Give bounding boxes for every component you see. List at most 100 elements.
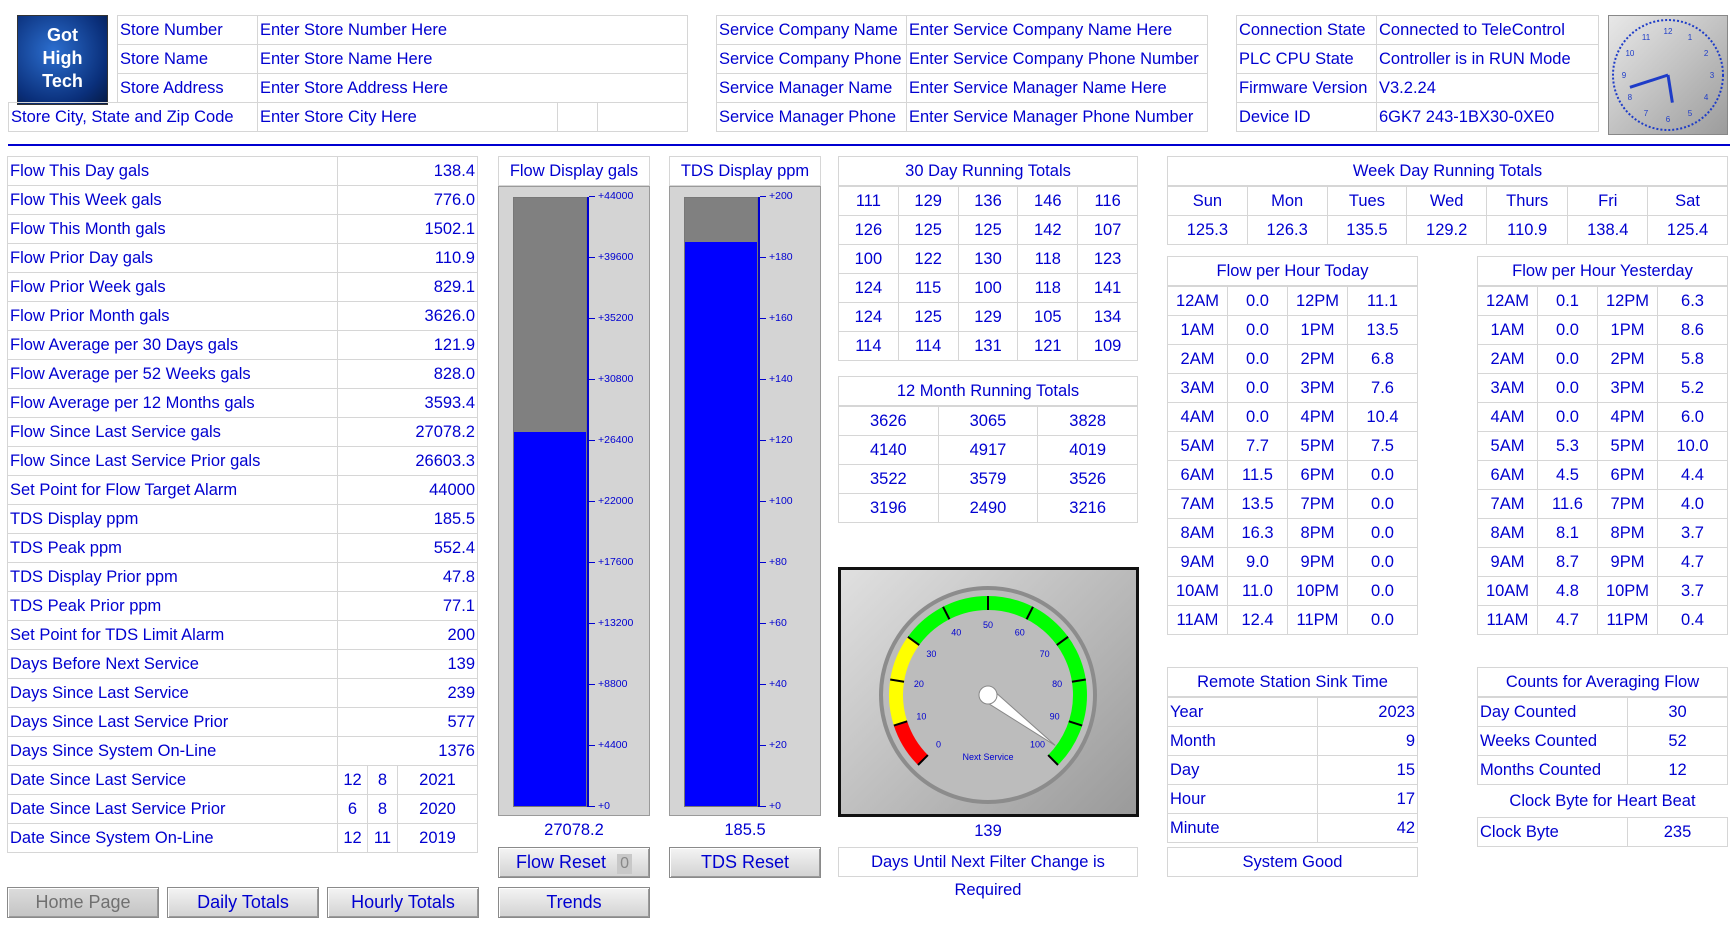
running-30-cell: 141 [1077, 273, 1138, 303]
store-name-value[interactable]: Enter Store Name Here [257, 44, 688, 74]
hour-today-am-value: 12.4 [1227, 605, 1288, 635]
gauge-tick-label: 100 [1030, 739, 1045, 749]
hour-yesterday-am-value: 8.1 [1537, 518, 1598, 548]
hour-today-am-hour: 1AM [1167, 315, 1228, 345]
stat-label: Days Since Last Service Prior [7, 707, 338, 737]
hour-yesterday-pm-hour: 9PM [1597, 547, 1658, 577]
running-30-cell: 118 [1017, 244, 1079, 274]
running-12-cell: 2490 [937, 493, 1039, 523]
running-30-cell: 124 [838, 273, 899, 303]
hour-yesterday-pm-hour: 1PM [1597, 315, 1658, 345]
sink-time-label: Day [1167, 755, 1318, 785]
hour-yesterday-am-hour: 6AM [1477, 460, 1538, 490]
hour-today-pm-hour: 9PM [1287, 547, 1348, 577]
hour-today-pm-hour: 7PM [1287, 489, 1348, 519]
hour-yesterday-row: 7AM 11.6 7PM 4.0 [1477, 489, 1728, 519]
flow-reset-badge: 0 [617, 854, 632, 874]
stat-label: Flow Since Last Service Prior gals [7, 446, 338, 476]
stat-label: Flow Average per 52 Weeks gals [7, 359, 338, 389]
store-address-value[interactable]: Enter Store Address Here [257, 73, 688, 103]
running-30-cell: 125 [897, 302, 959, 332]
running-30-row: 124 115 100 118 141 [838, 273, 1138, 303]
hour-today-row: 9AM 9.0 9PM 0.0 [1167, 547, 1418, 577]
hour-yesterday-title: Flow per Hour Yesterday [1477, 256, 1728, 286]
running-12-cell: 3196 [838, 493, 939, 523]
hour-yesterday-row: 6AM 4.5 6PM 4.4 [1477, 460, 1728, 490]
date-row: Date Since Last Service Prior 6 8 2020 [7, 794, 478, 824]
hour-today-table: 12AM 0.0 12PM 11.1 1AM 0.0 1PM 13.5 2AM 0.0 2PM 6.8… [1167, 286, 1418, 635]
tds-bar-scale-tick [760, 684, 766, 685]
date-month: 12 [337, 765, 368, 795]
store-number-value[interactable]: Enter Store Number Here [257, 15, 688, 45]
counts-value: 12 [1627, 755, 1728, 785]
running-30-cell: 130 [957, 244, 1019, 274]
hour-today-pm-hour: 3PM [1287, 373, 1348, 403]
weekday-value: 135.5 [1326, 215, 1408, 245]
analog-clock: 12 1 2 3 4 5 6 7 8 9 10 11 [1608, 15, 1728, 135]
flow-reset-button[interactable]: Flow Reset 0 [498, 847, 650, 878]
hour-yesterday-am-value: 0.0 [1537, 402, 1598, 432]
store-name-row: Store Name Enter Store Name Here [9, 44, 688, 74]
home-page-button[interactable]: Home Page [7, 887, 159, 918]
tds-bar-scale-label: +120 [769, 434, 793, 446]
daily-totals-button[interactable]: Daily Totals [167, 887, 319, 918]
weekday-running-title: Week Day Running Totals [1167, 156, 1728, 186]
hour-today-row: 6AM 11.5 6PM 0.0 [1167, 460, 1418, 490]
hour-yesterday-pm-value: 3.7 [1657, 576, 1728, 606]
service-manager-name-value[interactable]: Enter Service Manager Name Here [906, 73, 1208, 103]
stat-row: Days Since Last Service 239 [7, 678, 478, 708]
clock-number: 4 [1704, 93, 1709, 102]
hour-today-row: 3AM 0.0 3PM 7.6 [1167, 373, 1418, 403]
tds-reset-button[interactable]: TDS Reset [669, 847, 821, 878]
device-id-value: 6GK7 243-1BX30-0XE0 [1376, 102, 1599, 132]
hour-yesterday-pm-value: 6.0 [1657, 402, 1728, 432]
stat-value: 47.8 [337, 562, 478, 592]
connection-state-label: Connection State [1236, 15, 1377, 45]
running-12-table: 3626 3065 3828 4140 4917 4019 3522 3579 3526 3196… [838, 406, 1138, 523]
flow-bar-scale-label: +0 [598, 800, 610, 812]
hour-today-pm-value: 0.0 [1347, 576, 1418, 606]
trends-button[interactable]: Trends [498, 887, 650, 918]
service-manager-phone-value[interactable]: Enter Service Manager Phone Number [906, 102, 1208, 132]
stat-row: Days Since Last Service Prior 577 [7, 707, 478, 737]
hour-today-am-value: 9.0 [1227, 547, 1288, 577]
service-company-phone-value[interactable]: Enter Service Company Phone Number [906, 44, 1208, 74]
running-30-cell: 114 [838, 331, 899, 361]
service-company-name-value[interactable]: Enter Service Company Name Here [906, 15, 1208, 45]
hour-today-row: 8AM 16.3 8PM 0.0 [1167, 518, 1418, 548]
hour-today-pm-value: 11.1 [1347, 286, 1418, 316]
hour-today-row: 1AM 0.0 1PM 13.5 [1167, 315, 1418, 345]
days-until-filter-value: 139 [974, 822, 1002, 840]
stat-value: 1502.1 [337, 214, 478, 244]
hour-yesterday-table: 12AM 0.1 12PM 6.3 1AM 0.0 1PM 8.6 2AM 0.0 2PM 5.8 3A… [1477, 286, 1728, 635]
hour-today-row: 10AM 11.0 10PM 0.0 [1167, 576, 1418, 606]
hour-today-pm-value: 7.5 [1347, 431, 1418, 461]
hourly-totals-button[interactable]: Hourly Totals [327, 887, 479, 918]
gauge-tick-label: 30 [926, 649, 936, 659]
counts-row: Day Counted 30 [1477, 697, 1728, 727]
tds-bar-scale-tick [760, 440, 766, 441]
sink-time-title: Remote Station Sink Time [1167, 667, 1418, 697]
flow-bar-scale-label: +44000 [598, 190, 634, 202]
heartbeat-title: Clock Byte for Heart Beat [1509, 792, 1696, 810]
clock-face: 121234567891011 [1612, 19, 1724, 131]
store-city-value[interactable]: Enter Store City Here [257, 102, 558, 132]
stat-value: 27078.2 [337, 417, 478, 447]
stat-label: Flow This Week gals [7, 185, 338, 215]
store-state-value[interactable] [557, 102, 598, 132]
hour-today-am-value: 0.0 [1227, 286, 1288, 316]
flow-bar-scale-tick [589, 440, 595, 441]
running-12-row: 3522 3579 3526 [838, 464, 1138, 494]
stat-label: Set Point for Flow Target Alarm [7, 475, 338, 505]
hour-today-row: 7AM 13.5 7PM 0.0 [1167, 489, 1418, 519]
running-30-row: 114 114 131 121 109 [838, 331, 1138, 361]
sink-time-label: Year [1167, 697, 1318, 727]
tds-display-title: TDS Display ppm [669, 156, 821, 186]
stat-row: TDS Display Prior ppm 47.8 [7, 562, 478, 592]
store-zip-value[interactable] [597, 102, 688, 132]
running-30-cell: 142 [1017, 215, 1079, 245]
hour-today-am-hour: 5AM [1167, 431, 1228, 461]
flow-bar-scale-tick [589, 379, 595, 380]
running-30-title: 30 Day Running Totals [838, 156, 1138, 186]
stat-row: Flow Average per 12 Months gals 3593.4 [7, 388, 478, 418]
